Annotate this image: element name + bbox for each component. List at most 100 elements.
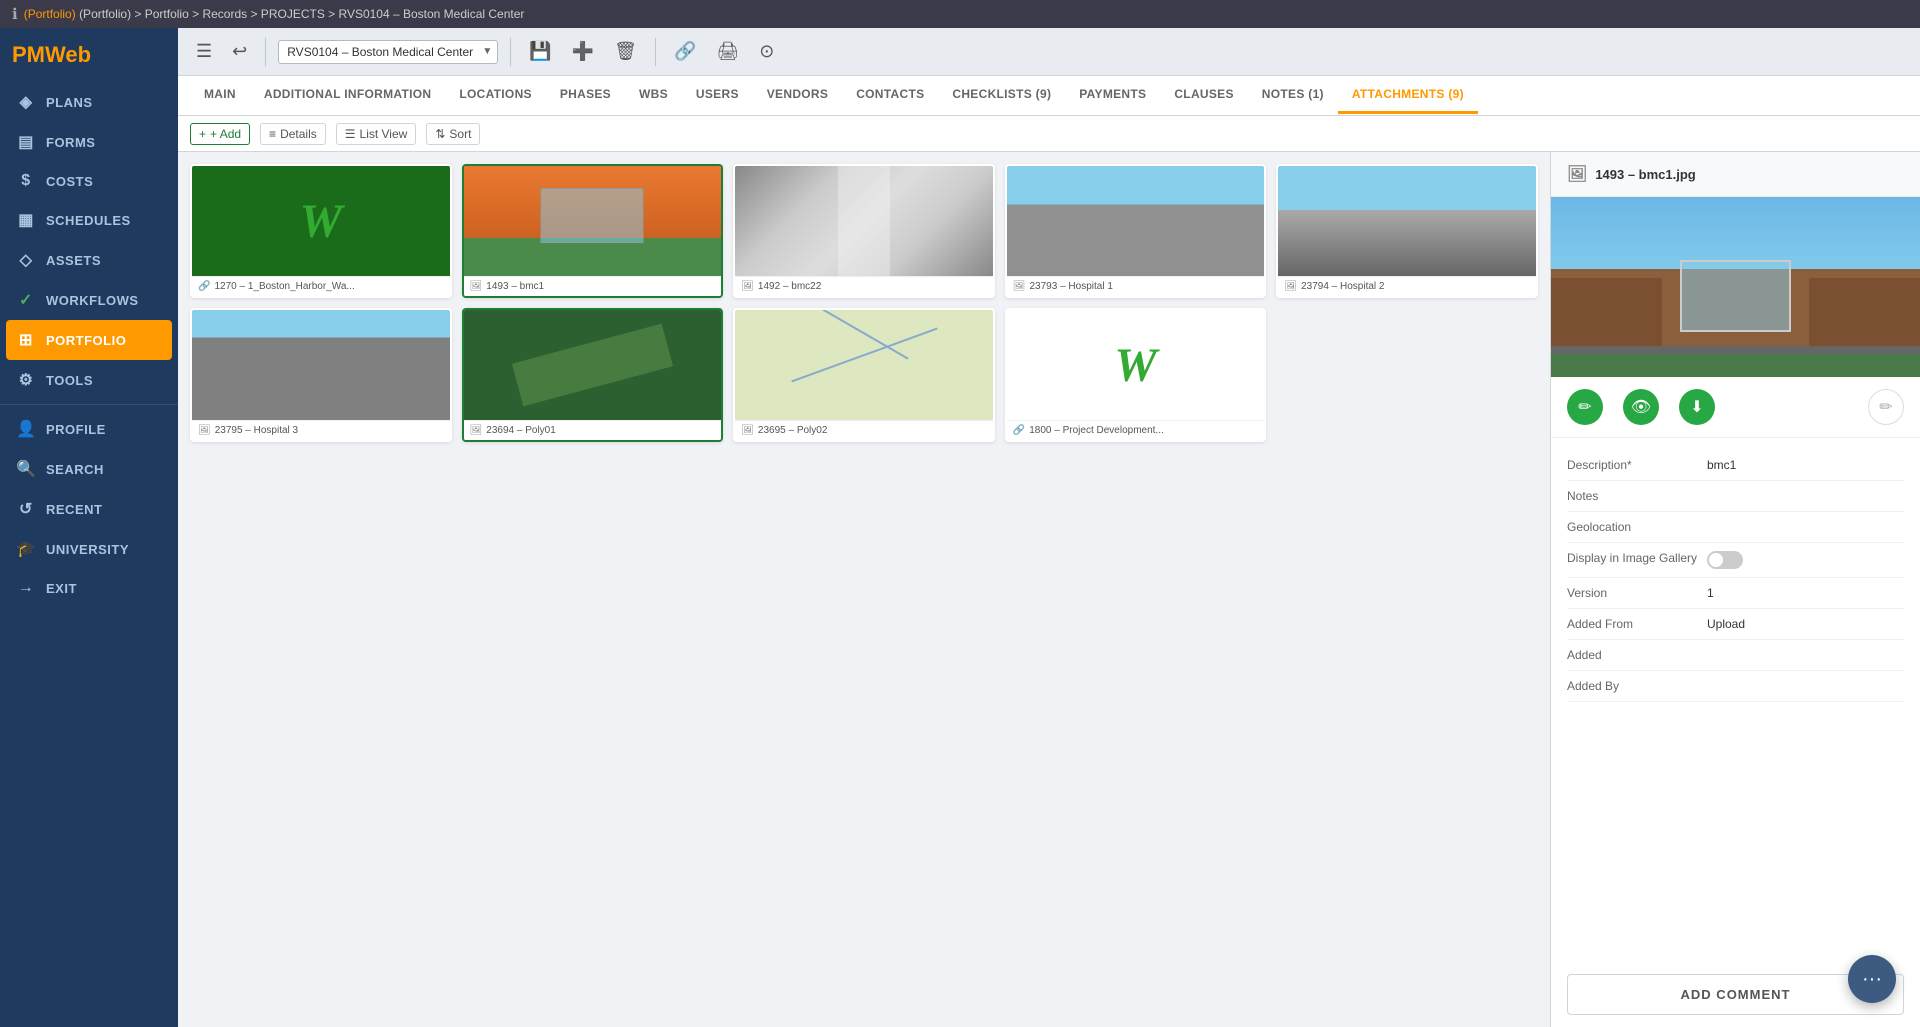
list-item[interactable]: 🖼 1492 – bmc22 <box>733 164 995 298</box>
workflows-icon: ✓ <box>16 290 36 310</box>
print-button[interactable]: 🖨 <box>710 37 745 66</box>
link-icon: 🔗 <box>1013 425 1025 436</box>
schedules-icon: ▦ <box>16 210 36 230</box>
sidebar-item-university[interactable]: 🎓 UNIVERSITY <box>0 529 178 569</box>
sidebar-item-exit[interactable]: → EXIT <box>0 569 178 607</box>
tabs: MAIN ADDITIONAL INFORMATION LOCATIONS PH… <box>178 76 1920 116</box>
gallery-grid: W 🔗 1270 – 1_Boston_Harbor_Wa... ✓ <box>190 164 1538 442</box>
more-icon: ··· <box>1862 968 1882 991</box>
assets-icon: ◇ <box>16 250 36 270</box>
description-value: bmc1 <box>1707 458 1904 472</box>
gallery-item-label: 🖼 23694 – Poly01 <box>464 420 722 440</box>
detail-image-preview <box>1551 197 1920 377</box>
gallery-item-label: 🖼 23794 – Hospital 2 <box>1278 276 1536 296</box>
image-icon: 🖼 <box>1284 281 1297 292</box>
list-view-button[interactable]: ☰ List View <box>336 123 417 145</box>
sidebar-item-forms[interactable]: ▤ FORMS <box>0 122 178 162</box>
exit-icon: → <box>16 579 36 597</box>
image-icon: 🖼 <box>470 281 483 292</box>
plans-icon: ◈ <box>16 92 36 112</box>
sidebar-item-tools[interactable]: ⚙ TOOLS <box>0 360 178 400</box>
field-added-by: Added By <box>1567 671 1904 702</box>
detail-panel: 🖼 1493 – bmc1.jpg <box>1550 152 1920 1027</box>
tab-payments[interactable]: PAYMENTS <box>1065 77 1160 114</box>
download-button[interactable]: ⬇ <box>1679 389 1715 425</box>
gallery-toggle[interactable] <box>1707 551 1743 569</box>
gallery-panel: W 🔗 1270 – 1_Boston_Harbor_Wa... ✓ <box>178 152 1550 1027</box>
image-icon: 🖼 <box>1013 281 1026 292</box>
list-item[interactable]: 🖼 23794 – Hospital 2 <box>1276 164 1538 298</box>
field-added-from: Added From Upload <box>1567 609 1904 640</box>
tab-main[interactable]: MAIN <box>190 77 250 114</box>
university-icon: 🎓 <box>16 539 36 559</box>
tab-wbs[interactable]: WBS <box>625 77 682 114</box>
sidebar-item-search[interactable]: 🔍 SEARCH <box>0 449 178 489</box>
image-icon: 🖼 <box>741 425 754 436</box>
tools-icon: ⚙ <box>16 370 36 390</box>
list-item[interactable]: 🖼 23695 – Poly02 <box>733 308 995 442</box>
separator-3 <box>655 38 656 66</box>
save-button[interactable]: 💾 <box>523 37 557 66</box>
list-item[interactable]: W 🔗 1270 – 1_Boston_Harbor_Wa... <box>190 164 452 298</box>
gallery-item-label: 🔗 1800 – Project Development... <box>1007 420 1265 440</box>
detail-title: 1493 – bmc1.jpg <box>1595 167 1695 182</box>
topbar: ℹ (Portfolio) (Portfolio) > Portfolio > … <box>0 0 1920 28</box>
sidebar-item-schedules[interactable]: ▦ SCHEDULES <box>0 200 178 240</box>
tab-notes[interactable]: NOTES (1) <box>1248 77 1338 114</box>
tab-checklists[interactable]: CHECKLISTS (9) <box>938 77 1065 114</box>
menu-button[interactable]: ☰ <box>190 37 218 66</box>
sidebar-item-workflows[interactable]: ✓ WORKFLOWS <box>0 280 178 320</box>
tab-contacts[interactable]: CONTACTS <box>842 77 938 114</box>
add-attachment-button[interactable]: + + Add <box>190 123 250 145</box>
sidebar-item-profile[interactable]: 👤 PROFILE <box>0 409 178 449</box>
list-item[interactable]: W 🔗 1800 – Project Development... <box>1005 308 1267 442</box>
tab-phases[interactable]: PHASES <box>546 77 625 114</box>
tab-locations[interactable]: LOCATIONS <box>445 77 545 114</box>
sidebar-item-assets[interactable]: ◇ ASSETS <box>0 240 178 280</box>
fab-button[interactable]: ··· <box>1848 955 1896 1003</box>
gallery-item-label: 🖼 23695 – Poly02 <box>735 420 993 440</box>
image-icon: 🖼 <box>198 425 211 436</box>
sort-button[interactable]: ⇅ Sort <box>426 123 480 145</box>
details-button[interactable]: ≡ Details <box>260 123 326 145</box>
add-button[interactable]: ➕ <box>566 37 600 66</box>
field-version: Version 1 <box>1567 578 1904 609</box>
undo-button[interactable]: ↩ <box>226 37 253 66</box>
tab-clauses[interactable]: CLAUSES <box>1160 77 1247 114</box>
list-item[interactable]: 🖼 23795 – Hospital 3 <box>190 308 452 442</box>
image-icon: 🖼 <box>470 425 483 436</box>
sidebar-item-recent[interactable]: ↺ RECENT <box>0 489 178 529</box>
sort-icon: ⇅ <box>435 127 445 141</box>
field-description: Description* bmc1 <box>1567 450 1904 481</box>
eraser-button[interactable]: ✏ <box>1868 389 1904 425</box>
tab-additional[interactable]: ADDITIONAL INFORMATION <box>250 77 445 114</box>
detail-header: 🖼 1493 – bmc1.jpg <box>1551 152 1920 197</box>
record-select[interactable]: RVS0104 – Boston Medical Center <box>278 40 498 64</box>
view-button[interactable]: 👁 <box>1623 389 1659 425</box>
detail-fields: Description* bmc1 Notes Geolocation Disp… <box>1551 438 1920 962</box>
gallery-item-label: 🖼 23795 – Hospital 3 <box>192 420 450 440</box>
gallery-item-label: 🖼 23793 – Hospital 1 <box>1007 276 1265 296</box>
portfolio-link[interactable]: (Portfolio) <box>24 7 76 21</box>
plus-icon: + <box>199 127 206 141</box>
list-item[interactable]: ✓ 🖼 1493 – bmc1 <box>462 164 724 298</box>
link-button[interactable]: 🔗 <box>668 37 702 66</box>
forms-icon: ▤ <box>16 132 36 152</box>
gallery-item-label: 🖼 1493 – bmc1 <box>464 276 722 296</box>
list-item[interactable]: 🖼 23793 – Hospital 1 <box>1005 164 1267 298</box>
list-item[interactable]: ✓ 🖼 23694 – Poly01 <box>462 308 724 442</box>
tab-vendors[interactable]: VENDORS <box>753 77 842 114</box>
tab-users[interactable]: USERS <box>682 77 753 114</box>
sidebar-item-portfolio[interactable]: ⊞ PORTFOLIO <box>6 320 172 360</box>
info-icon[interactable]: ℹ <box>12 5 18 23</box>
search-icon: 🔍 <box>16 459 36 479</box>
sidebar-item-plans[interactable]: ◈ PLANS <box>0 82 178 122</box>
costs-icon: $ <box>16 172 36 190</box>
toggle-button[interactable]: ⊙ <box>753 37 780 66</box>
sidebar-item-costs[interactable]: $ COSTS <box>0 162 178 200</box>
details-icon: ≡ <box>269 127 276 141</box>
delete-button[interactable]: 🗑 <box>608 37 643 66</box>
edit-button[interactable]: ✏ <box>1567 389 1603 425</box>
tab-attachments[interactable]: ATTACHMENTS (9) <box>1338 77 1478 114</box>
field-notes: Notes <box>1567 481 1904 512</box>
